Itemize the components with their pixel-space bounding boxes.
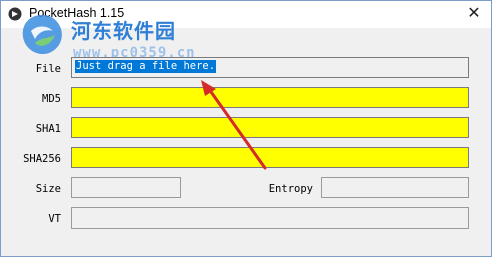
file-field[interactable]: Just drag a file here.	[71, 57, 469, 78]
size-field[interactable]	[71, 177, 181, 198]
file-label: File	[35, 63, 61, 75]
pockethash-window: PocketHash 1.15 ✕ 河东软件园 www.pc0359.cn Fi…	[0, 0, 492, 257]
sha1-field[interactable]	[71, 117, 469, 138]
md5-field[interactable]	[71, 87, 469, 108]
sha256-label: SHA256	[23, 153, 61, 165]
file-field-text: Just drag a file here.	[75, 60, 217, 73]
vt-field[interactable]	[71, 207, 469, 229]
close-button[interactable]: ✕	[463, 4, 485, 24]
size-label: Size	[35, 183, 61, 195]
watermark-site-name: 河东软件园	[71, 19, 176, 43]
entropy-label: Entropy	[268, 183, 313, 195]
close-icon: ✕	[467, 5, 481, 22]
md5-label: MD5	[42, 93, 61, 105]
entropy-field[interactable]	[321, 177, 469, 198]
sha256-field[interactable]	[71, 147, 469, 168]
sha1-label: SHA1	[35, 123, 61, 135]
vt-label: VT	[48, 213, 61, 225]
watermark-logo	[22, 15, 62, 55]
